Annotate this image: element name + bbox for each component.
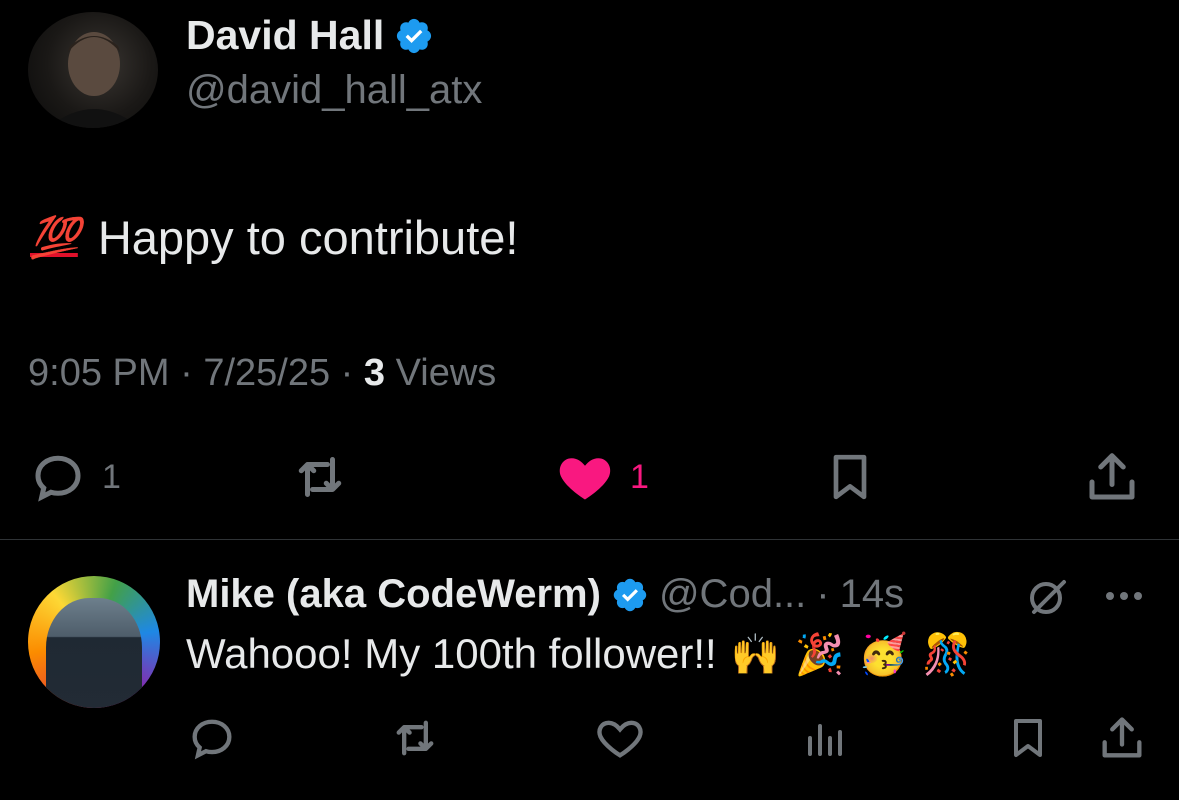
reply-icon <box>35 455 81 502</box>
reply-like-button[interactable] <box>594 712 646 769</box>
repost-button[interactable] <box>287 447 353 507</box>
reply-analytics-button[interactable] <box>800 712 848 769</box>
verified-badge-icon[interactable] <box>394 16 434 56</box>
like-icon <box>559 458 611 500</box>
reply-age[interactable]: 14s <box>840 572 905 617</box>
reply-author-avatar[interactable] <box>28 576 160 708</box>
grok-icon <box>1030 580 1066 614</box>
like-count: 1 <box>630 457 649 496</box>
reply-icon <box>192 719 232 760</box>
meta-separator: · <box>816 572 830 616</box>
reply-reply-button[interactable] <box>186 712 238 769</box>
repost-icon <box>396 720 434 756</box>
meta-separator: · <box>180 352 193 394</box>
hundred-emoji: 💯 <box>30 216 80 260</box>
like-icon <box>597 720 643 758</box>
post-text: Happy to contribute! <box>97 211 519 264</box>
divider <box>0 539 1179 540</box>
post-meta: 9:05 PM · 7/25/25 · 3 Views <box>28 352 496 395</box>
views-label[interactable]: Views <box>396 352 497 394</box>
share-icon <box>1102 717 1142 758</box>
author-name-row[interactable]: David Hall <box>186 12 434 59</box>
reply-count: 1 <box>102 457 121 496</box>
reply-text: Wahooo! My 100th follower!! <box>186 630 717 677</box>
author-avatar[interactable] <box>28 12 158 128</box>
bookmark-icon <box>833 454 867 500</box>
author-name[interactable]: David Hall <box>186 12 384 59</box>
bookmark-icon <box>1014 719 1042 757</box>
partying-face-emoji: 🥳 <box>858 632 909 677</box>
post-body: 💯 Happy to contribute! <box>30 210 518 265</box>
repost-icon <box>298 457 342 497</box>
party-popper-emoji: 🎉 <box>794 632 845 677</box>
author-handle[interactable]: @david_hall_atx <box>186 68 482 113</box>
more-icon <box>1106 592 1142 600</box>
confetti-ball-emoji: 🎊 <box>922 632 972 677</box>
reply-body: Wahooo! My 100th follower!! 🙌 🎉 🥳 🎊 <box>186 630 972 678</box>
avatar-image <box>46 598 142 708</box>
verified-badge-icon[interactable] <box>611 576 649 614</box>
reply-header: Mike (aka CodeWerm) @Cod... · 14s <box>186 572 904 617</box>
avatar-image <box>48 32 140 128</box>
reply-bookmark-button[interactable] <box>1004 712 1052 769</box>
reply-button[interactable]: 1 <box>28 447 121 507</box>
meta-separator: · <box>340 352 354 394</box>
post-date[interactable]: 7/25/25 <box>203 352 330 394</box>
more-options-button[interactable] <box>1100 576 1148 621</box>
raising-hands-emoji: 🙌 <box>730 632 781 677</box>
bookmark-button[interactable] <box>822 447 878 507</box>
grok-button[interactable] <box>1020 574 1076 627</box>
reply-author-handle[interactable]: @Cod... <box>659 572 806 617</box>
like-button[interactable]: 1 <box>554 447 649 507</box>
reply-author-name[interactable]: Mike (aka CodeWerm) <box>186 572 601 617</box>
share-button[interactable] <box>1082 447 1142 507</box>
reply-repost-button[interactable] <box>386 712 444 769</box>
post-time[interactable]: 9:05 PM <box>28 352 170 394</box>
share-icon <box>1089 453 1135 500</box>
reply-share-button[interactable] <box>1096 712 1148 769</box>
views-count[interactable]: 3 <box>364 352 385 394</box>
analytics-icon <box>808 724 842 756</box>
